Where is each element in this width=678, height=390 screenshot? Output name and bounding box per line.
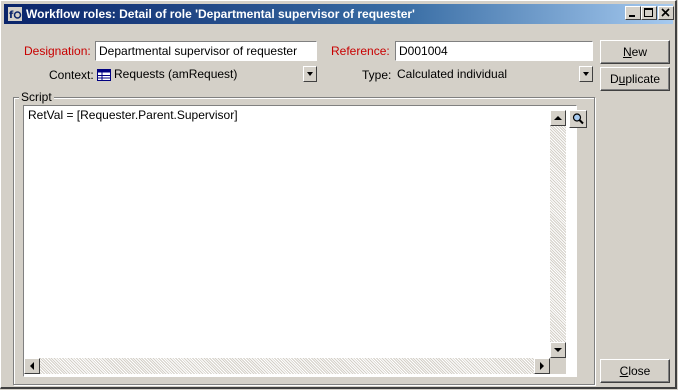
arrow-up-icon: [554, 116, 562, 120]
reference-label: Reference:: [331, 44, 390, 58]
scroll-down-button[interactable]: [550, 342, 566, 358]
reference-field[interactable]: D001004: [395, 41, 593, 61]
close-icon: [661, 8, 670, 17]
close-button[interactable]: Close: [600, 359, 670, 383]
script-group-title: Script: [19, 90, 54, 104]
arrow-down-icon: [554, 348, 562, 352]
new-button[interactable]: New: [600, 40, 670, 64]
context-value: Requests (amRequest): [114, 67, 238, 81]
workflow-role-icon: f: [8, 7, 22, 21]
title-bar[interactable]: f Workflow roles: Detail of role 'Depart…: [4, 4, 674, 24]
type-label: Type:: [362, 68, 392, 82]
horizontal-scrollbar[interactable]: [24, 358, 550, 374]
new-label: ew: [631, 45, 647, 59]
detail-window: f Workflow roles: Detail of role 'Depart…: [0, 0, 677, 389]
script-editor[interactable]: RetVal = [Requester.Parent.Supervisor]: [23, 105, 577, 377]
maximize-icon: [644, 8, 653, 17]
zoom-button[interactable]: [569, 110, 587, 128]
close-label: lose: [628, 364, 651, 378]
designation-label: Designation:: [24, 44, 91, 58]
svg-text:f: f: [9, 10, 14, 21]
chevron-down-icon[interactable]: [303, 66, 317, 82]
scroll-right-button[interactable]: [534, 358, 550, 374]
vertical-scrollbar[interactable]: [550, 110, 566, 356]
arrow-right-icon: [540, 362, 544, 370]
maximize-button[interactable]: [641, 6, 657, 20]
script-code: RetVal = [Requester.Parent.Supervisor]: [28, 108, 238, 122]
table-icon: [97, 68, 111, 81]
type-select[interactable]: Calculated individual: [397, 65, 593, 85]
duplicate-label: plicate: [625, 72, 661, 86]
minimize-button[interactable]: [625, 6, 641, 20]
window-title: Workflow roles: Detail of role 'Departme…: [26, 7, 415, 21]
chevron-down-icon[interactable]: [579, 66, 593, 82]
scroll-up-button[interactable]: [550, 110, 566, 126]
designation-field[interactable]: Departmental supervisor of requester: [95, 41, 317, 61]
scroll-left-button[interactable]: [24, 358, 40, 374]
minimize-icon: [629, 15, 635, 17]
arrow-left-icon: [30, 362, 34, 370]
scrollbar-corner: [550, 358, 566, 374]
magnifier-icon: [572, 113, 584, 125]
duplicate-button[interactable]: Duplicate: [600, 67, 670, 91]
type-value: Calculated individual: [397, 67, 508, 81]
new-accel: N: [622, 45, 632, 59]
close-window-button[interactable]: [658, 6, 674, 20]
context-label: Context:: [49, 68, 94, 82]
context-select[interactable]: Requests (amRequest): [97, 65, 317, 85]
duplicate-first: D: [609, 72, 619, 86]
